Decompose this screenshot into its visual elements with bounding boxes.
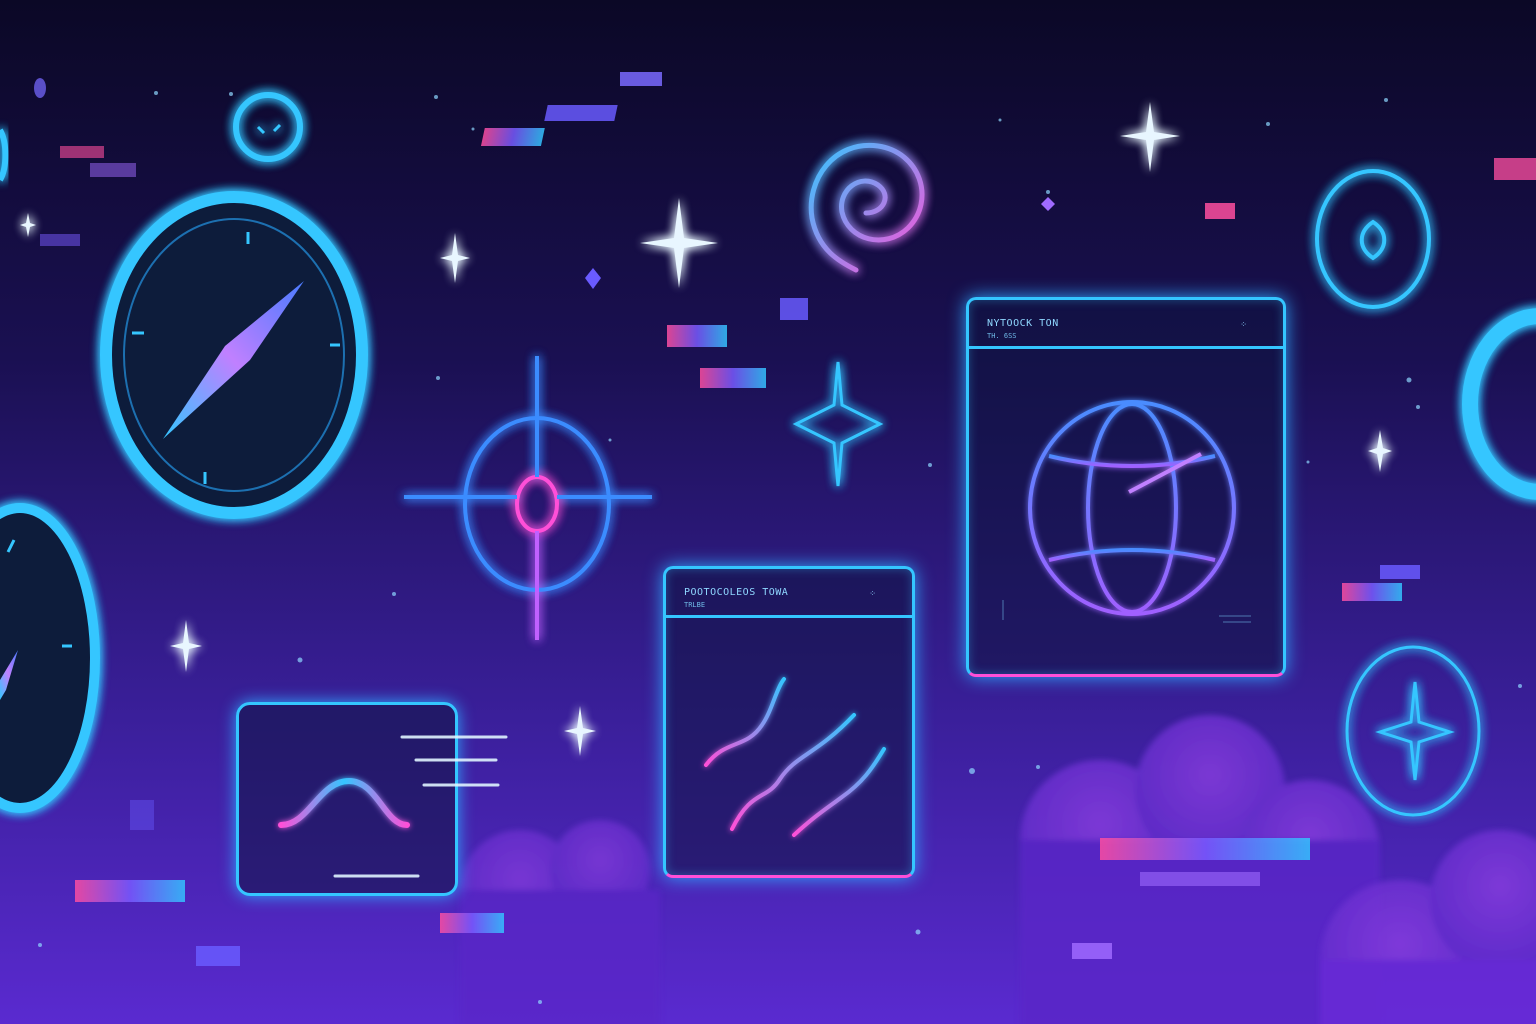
speed-lines	[333, 735, 508, 878]
